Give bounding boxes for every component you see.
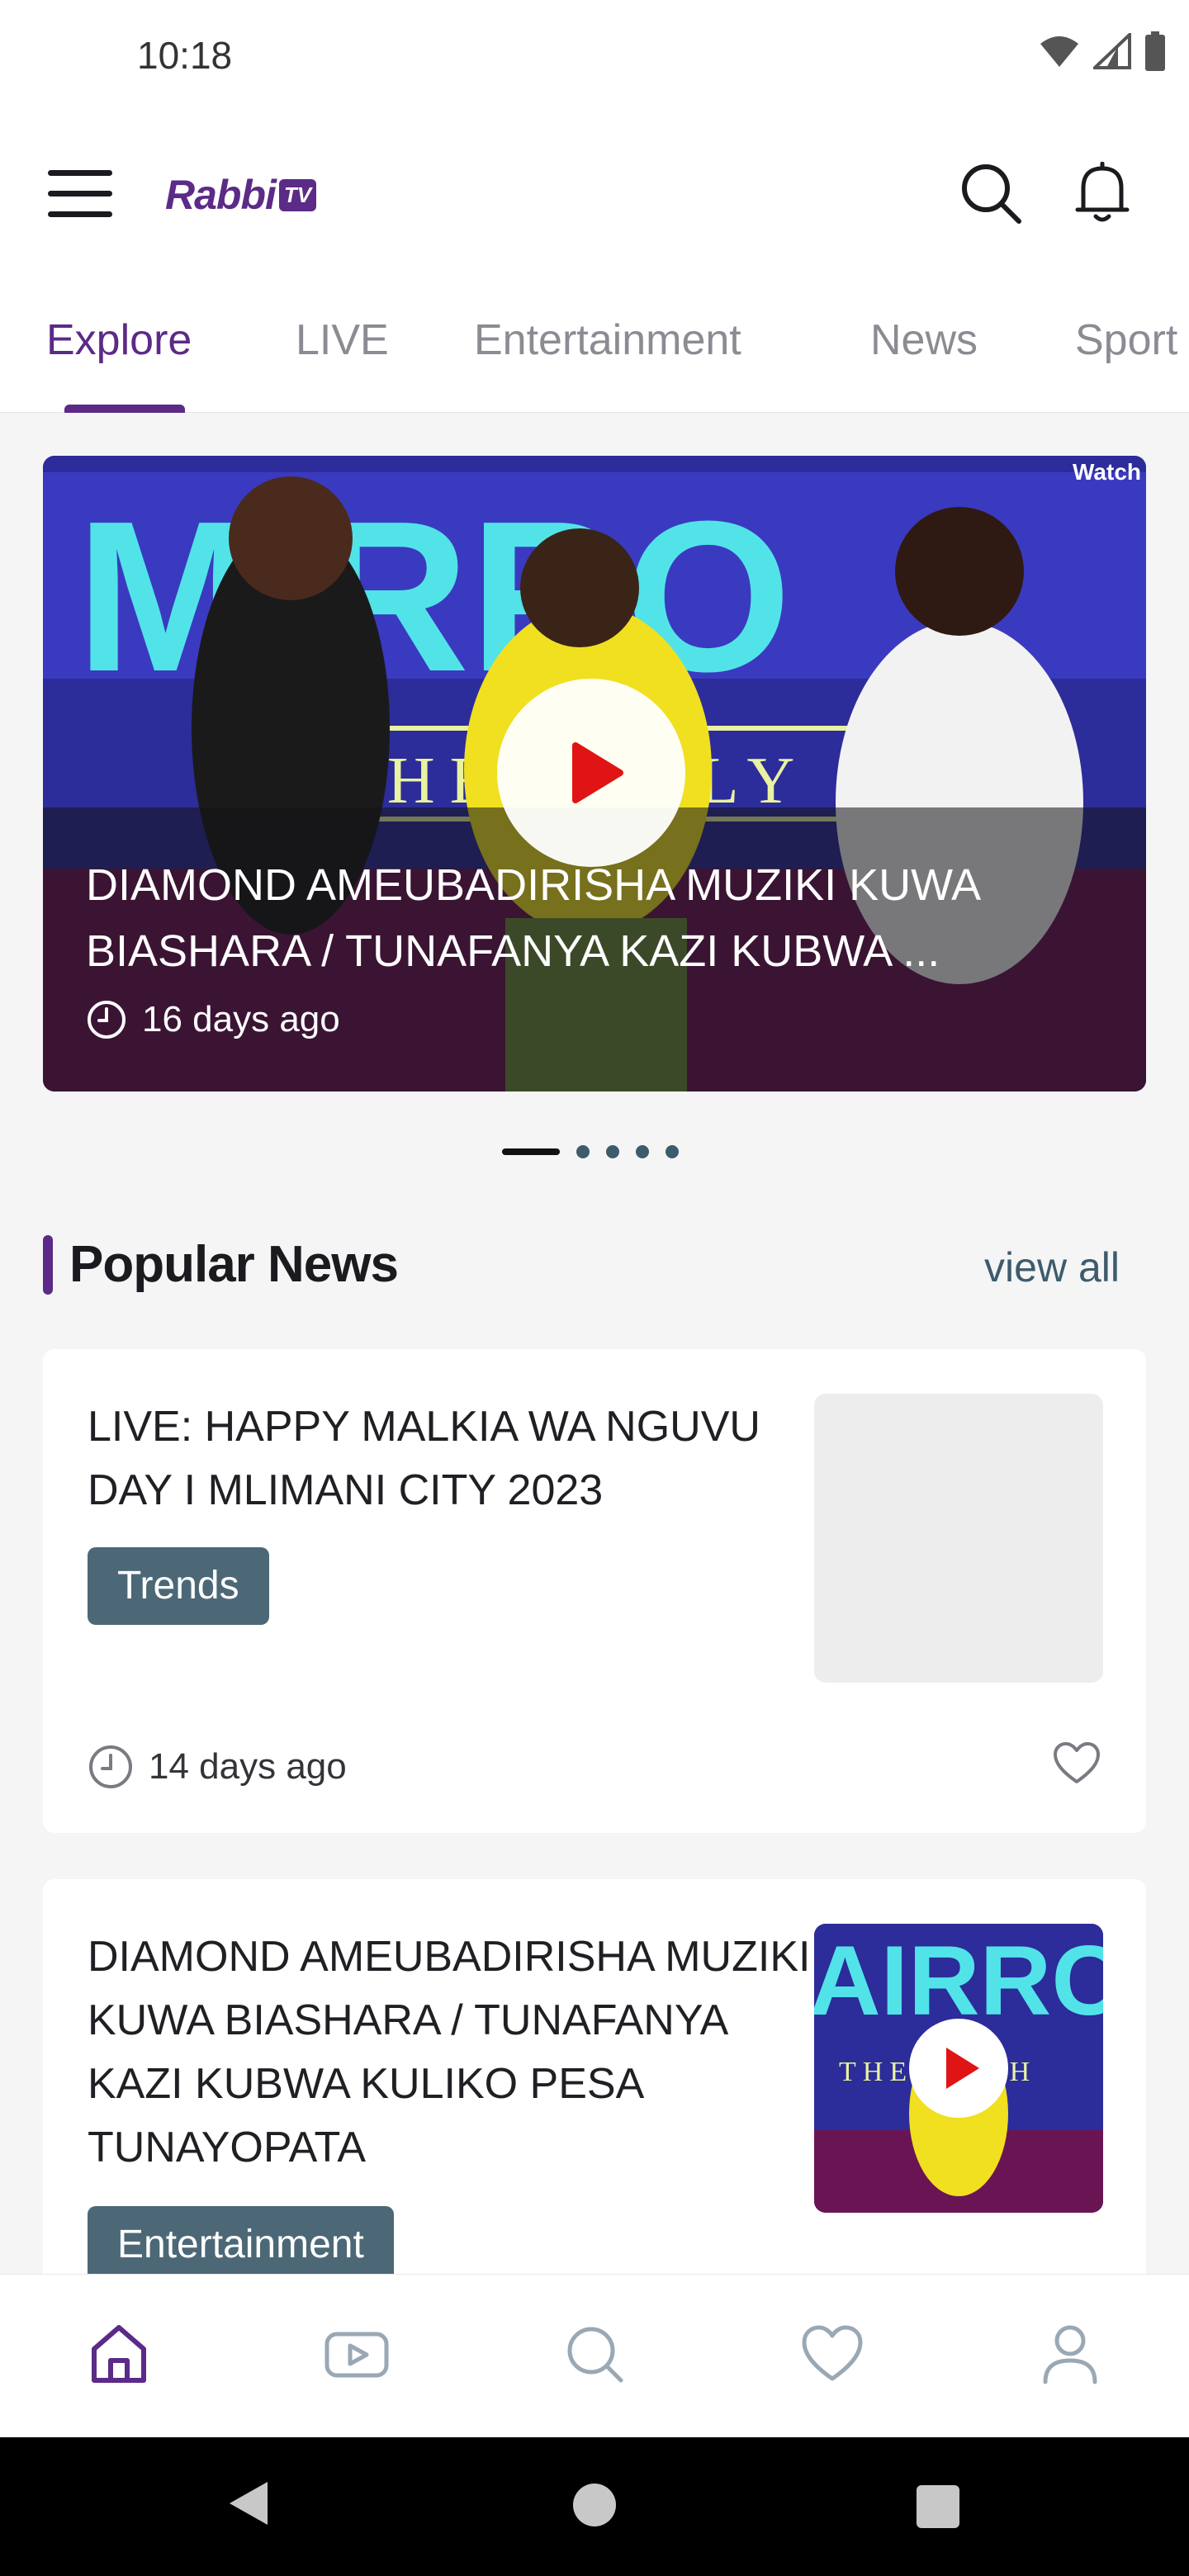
- tab-live[interactable]: LIVE: [296, 315, 389, 365]
- menu-icon[interactable]: [48, 170, 112, 218]
- news-title: LIVE: HAPPY MALKIA WA NGUVU DAY I MLIMAN…: [88, 1403, 760, 1514]
- clock-icon: [89, 1745, 132, 1788]
- hero-timestamp: 16 days ago: [86, 999, 340, 1040]
- news-timestamp: 14 days ago: [88, 1744, 347, 1790]
- carousel-dot[interactable]: [666, 1145, 679, 1158]
- cell-signal-icon: [1093, 33, 1131, 69]
- logo-badge: TV: [278, 178, 317, 211]
- hero-time-text: 16 days ago: [142, 999, 340, 1039]
- play-icon: [572, 742, 623, 803]
- wifi-icon: [1040, 36, 1078, 67]
- carousel-dot[interactable]: [606, 1145, 619, 1158]
- section-accent-bar: [43, 1235, 53, 1295]
- app-logo[interactable]: Rabbi TV: [165, 170, 317, 220]
- section-title: Popular News: [69, 1236, 399, 1293]
- carousel-dot[interactable]: [576, 1145, 590, 1158]
- system-navigation-bar: [0, 2437, 1189, 2576]
- battery-icon: [1145, 31, 1165, 71]
- news-thumbnail: AIRRC THE LY SH: [814, 1924, 1103, 2213]
- bell-icon[interactable]: [1073, 162, 1131, 225]
- featured-video-card[interactable]: MIRRO THE DAILY SHO Watch DIAMOND AMEUBA…: [43, 456, 1146, 1091]
- app-header: Rabbi TV: [0, 116, 1189, 272]
- recent-apps-button[interactable]: [917, 2485, 959, 2528]
- news-thumbnail-image: AIRRC THE LY SH: [814, 1924, 1103, 2213]
- status-icons: [1039, 31, 1166, 71]
- clock-icon: [88, 1001, 126, 1039]
- heart-icon[interactable]: [1052, 1740, 1101, 1787]
- category-tabs: Explore LIVE Entertainment News Sport: [0, 272, 1189, 413]
- heart-icon[interactable]: [799, 2321, 865, 2387]
- profile-icon[interactable]: [1037, 2321, 1103, 2387]
- home-button[interactable]: [573, 2484, 616, 2526]
- play-button[interactable]: [497, 679, 685, 867]
- view-all-link[interactable]: view all: [984, 1243, 1120, 1291]
- home-icon[interactable]: [86, 2321, 152, 2387]
- news-tag[interactable]: Trends: [88, 1547, 269, 1625]
- video-icon[interactable]: [324, 2321, 390, 2387]
- tab-active-indicator: [64, 405, 185, 413]
- tab-sport[interactable]: Sport: [1075, 315, 1177, 365]
- search-icon[interactable]: [561, 2321, 628, 2387]
- news-thumbnail-placeholder: [814, 1394, 1103, 1683]
- tab-entertainment[interactable]: Entertainment: [474, 315, 741, 365]
- search-icon[interactable]: [959, 162, 1022, 225]
- news-title: DIAMOND AMEUBADIRISHA MUZIKI KUWA BIASHA…: [88, 1933, 811, 2171]
- news-time-text: 14 days ago: [149, 1746, 347, 1787]
- tab-explore[interactable]: Explore: [46, 315, 192, 365]
- back-icon[interactable]: [225, 2479, 271, 2528]
- news-tag[interactable]: Entertainment: [88, 2206, 394, 2284]
- carousel-dot-active[interactable]: [502, 1148, 560, 1155]
- status-bar: 10:18: [0, 0, 1189, 116]
- hero-title: DIAMOND AMEUBADIRISHA MUZIKI KUWA BIASHA…: [86, 860, 979, 976]
- status-time: 10:18: [137, 34, 233, 77]
- news-card[interactable]: LIVE: HAPPY MALKIA WA NGUVU DAY I MLIMAN…: [43, 1349, 1146, 1833]
- carousel-dot[interactable]: [636, 1145, 649, 1158]
- carousel-indicator: [502, 1144, 679, 1160]
- bottom-navigation: [0, 2274, 1189, 2437]
- watch-label: Watch: [1073, 459, 1141, 485]
- logo-text: Rabbi: [165, 172, 277, 218]
- app-screen: 10:18 Rabbi TV Explore LIVE Entertainmen…: [0, 0, 1189, 2576]
- tab-news[interactable]: News: [870, 315, 978, 365]
